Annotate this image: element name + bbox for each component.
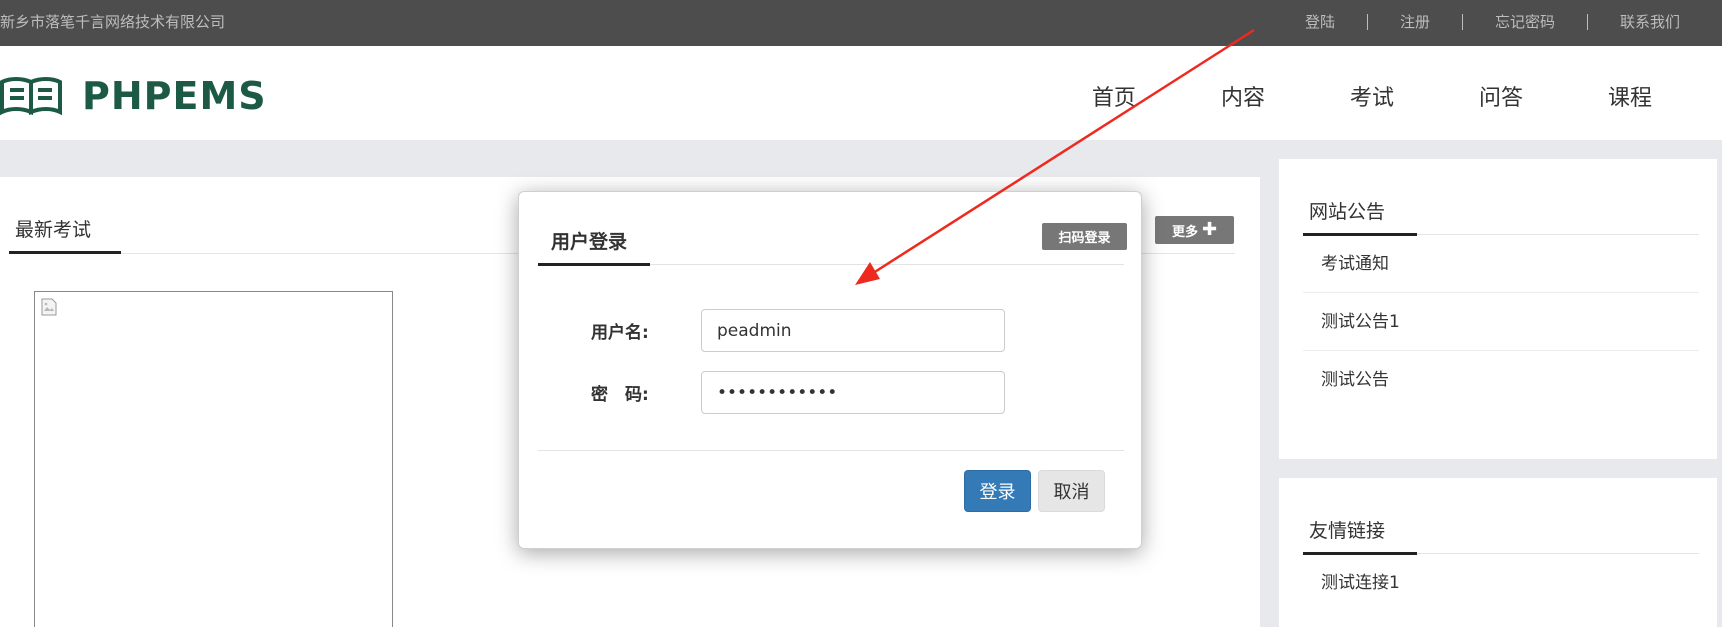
friend-links-title: 友情链接 bbox=[1309, 520, 1386, 542]
top-link-divider bbox=[1461, 13, 1463, 30]
password-label: 密 码: bbox=[591, 385, 649, 405]
top-link-forgot-password[interactable]: 忘记密码 bbox=[1495, 11, 1555, 32]
nav-course[interactable]: 课程 bbox=[1608, 80, 1652, 112]
password-row: 密 码: bbox=[591, 371, 1005, 414]
modal-footer-divider bbox=[538, 450, 1124, 451]
notice-card: 网站公告 考试通知 测试公告1 测试公告 bbox=[1279, 159, 1717, 459]
top-link-login[interactable]: 登陆 bbox=[1305, 11, 1335, 32]
more-button[interactable]: 更多 ✚ bbox=[1155, 216, 1234, 244]
section-title-underline bbox=[9, 251, 121, 254]
modal-title-underline bbox=[538, 263, 650, 266]
logo-text: PHPEMS bbox=[82, 74, 267, 118]
main-nav: 首页 内容 考试 问答 课程 bbox=[1092, 80, 1652, 112]
nav-content[interactable]: 内容 bbox=[1221, 80, 1265, 112]
notice-title: 网站公告 bbox=[1309, 201, 1386, 223]
top-link-register[interactable]: 注册 bbox=[1400, 11, 1430, 32]
username-input[interactable] bbox=[701, 309, 1005, 352]
friend-links-list: 测试连接1 bbox=[1303, 554, 1699, 612]
notice-list: 考试通知 测试公告1 测试公告 bbox=[1303, 235, 1699, 409]
friend-links-card: 友情链接 测试连接1 bbox=[1279, 478, 1717, 627]
top-link-divider bbox=[1366, 13, 1368, 30]
notice-item[interactable]: 考试通知 bbox=[1303, 235, 1699, 293]
site-header: PHPEMS 首页 内容 考试 问答 课程 bbox=[0, 46, 1722, 140]
top-link-contact[interactable]: 联系我们 bbox=[1620, 11, 1680, 32]
cancel-button[interactable]: 取消 bbox=[1038, 470, 1105, 512]
nav-exam[interactable]: 考试 bbox=[1350, 80, 1394, 112]
nav-home[interactable]: 首页 bbox=[1092, 80, 1136, 112]
more-button-label: 更多 bbox=[1171, 224, 1198, 240]
top-links: 登陆 注册 忘记密码 联系我们 bbox=[1305, 11, 1680, 32]
top-link-divider bbox=[1586, 13, 1588, 30]
qr-login-button[interactable]: 扫码登录 bbox=[1042, 223, 1127, 250]
nav-qa[interactable]: 问答 bbox=[1479, 80, 1523, 112]
login-modal: 用户登录 扫码登录 用户名: 密 码: 登录 取消 bbox=[518, 191, 1142, 549]
book-logo-icon bbox=[0, 77, 62, 116]
notice-item[interactable]: 测试公告1 bbox=[1303, 293, 1699, 351]
password-input[interactable] bbox=[701, 371, 1005, 414]
friend-link-item[interactable]: 测试连接1 bbox=[1303, 554, 1699, 612]
modal-title: 用户登录 bbox=[551, 231, 628, 253]
username-label: 用户名: bbox=[591, 323, 649, 343]
site-logo[interactable]: PHPEMS bbox=[0, 74, 267, 118]
top-bar: 新乡市落笔千言网络技术有限公司 登陆 注册 忘记密码 联系我们 bbox=[0, 0, 1722, 46]
broken-image-icon bbox=[41, 298, 57, 316]
username-row: 用户名: bbox=[591, 309, 1005, 352]
login-button[interactable]: 登录 bbox=[964, 470, 1031, 512]
company-name: 新乡市落笔千言网络技术有限公司 bbox=[0, 13, 226, 31]
latest-exams-title: 最新考试 bbox=[15, 219, 92, 241]
plus-icon: ✚ bbox=[1201, 219, 1218, 240]
exam-thumbnail[interactable] bbox=[34, 291, 393, 627]
notice-item[interactable]: 测试公告 bbox=[1303, 351, 1699, 409]
